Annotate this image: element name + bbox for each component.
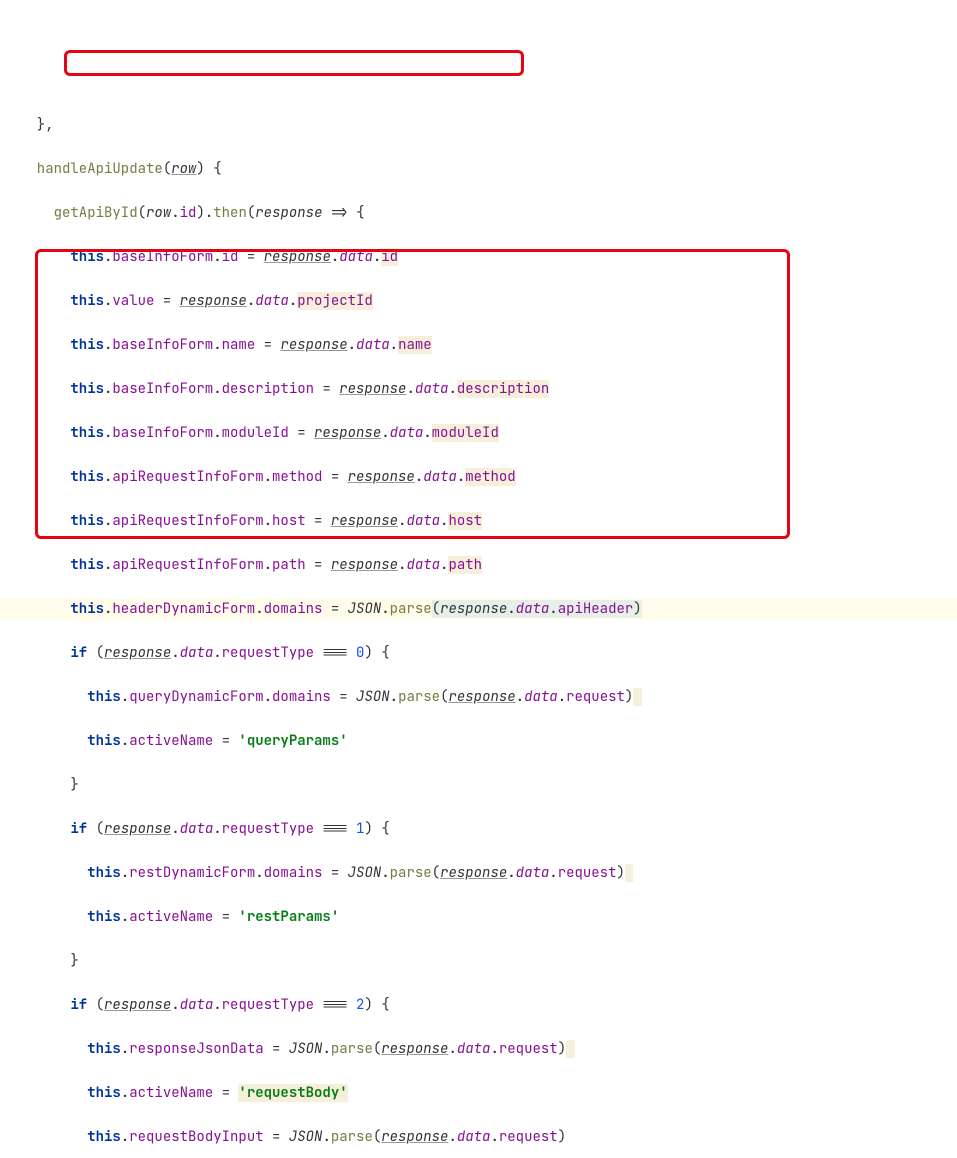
code-line: this.baseInfoForm.moduleId = response.da… — [0, 422, 957, 444]
code-line: this.baseInfoForm.id = response.data.id — [0, 246, 957, 268]
code-line: this.activeName = 'queryParams' — [0, 730, 957, 752]
code-line: this.apiRequestInfoForm.path = response.… — [0, 554, 957, 576]
code-editor[interactable]: }, handleApiUpdate(row) { getApiById(row… — [0, 92, 957, 1158]
code-line: this.baseInfoForm.description = response… — [0, 378, 957, 400]
code-line: this.restDynamicForm.domains = JSON.pars… — [0, 862, 957, 884]
code-line: if (response.data.requestType === 0) { — [0, 642, 957, 664]
code-line: this.apiRequestInfoForm.host = response.… — [0, 510, 957, 532]
code-line: this.headerDynamicForm.domains = JSON.pa… — [0, 598, 957, 620]
code-line: if (response.data.requestType === 1) { — [0, 818, 957, 840]
code-line: this.requestBodyInput = JSON.parse(respo… — [0, 1126, 957, 1148]
code-line: handleApiUpdate(row) { — [0, 158, 957, 180]
code-line: this.baseInfoForm.name = response.data.n… — [0, 334, 957, 356]
code-line: } — [0, 950, 957, 972]
code-line: this.activeName = 'requestBody' — [0, 1082, 957, 1104]
code-line: this.apiRequestInfoForm.method = respons… — [0, 466, 957, 488]
code-line: if (response.data.requestType === 2) { — [0, 994, 957, 1016]
code-line: this.responseJsonData = JSON.parse(respo… — [0, 1038, 957, 1060]
code-line: this.queryDynamicForm.domains = JSON.par… — [0, 686, 957, 708]
code-line: }, — [0, 114, 957, 136]
annotation-box-1 — [64, 50, 524, 76]
code-line: } — [0, 774, 957, 796]
code-line: getApiById(row.id).then(response => { — [0, 202, 957, 224]
code-line: this.value = response.data.projectId — [0, 290, 957, 312]
code-line: this.activeName = 'restParams' — [0, 906, 957, 928]
